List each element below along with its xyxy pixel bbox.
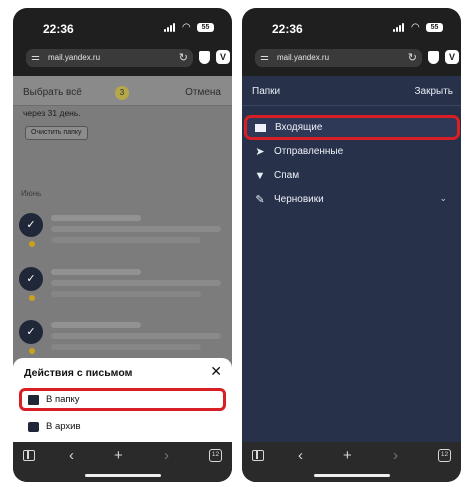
mail-actions-sheet: Действия с письмом ✕ В папку В архив xyxy=(13,358,232,442)
folders-header: Папки Закрыть xyxy=(242,76,461,106)
blurred-subject xyxy=(51,333,221,339)
wifi-icon: ◠ xyxy=(411,22,420,33)
blurred-preview xyxy=(51,237,201,243)
close-icon[interactable]: ✕ xyxy=(210,363,222,380)
unread-dot xyxy=(29,348,35,354)
blurred-preview xyxy=(51,291,201,297)
pencil-icon: ✎ xyxy=(255,194,265,206)
blurred-sender xyxy=(51,215,141,221)
new-tab-icon[interactable]: + xyxy=(114,448,123,464)
forward-icon[interactable]: › xyxy=(393,448,398,464)
battery-icon: 55 xyxy=(197,23,214,32)
trash-note: через 31 день. xyxy=(23,108,81,118)
thumbs-down-icon: ▼ xyxy=(254,170,266,182)
status-bar: 22:36 ◠ 55 xyxy=(13,8,232,42)
check-icon[interactable]: ✓ xyxy=(19,320,43,344)
tabs-icon[interactable]: 12 xyxy=(438,449,451,462)
browser-address-row: ⚌ mail.yandex.ru ↻ V xyxy=(242,44,461,76)
cancel-button[interactable]: Отмена xyxy=(185,87,221,98)
folder-item-drafts[interactable]: ✎ Черновики ⌄ xyxy=(242,188,461,212)
browser-toolbar: ‹ + › 12 xyxy=(242,442,461,482)
back-icon[interactable]: ‹ xyxy=(69,448,74,464)
move-to-archive-button[interactable]: В архив xyxy=(19,416,226,439)
month-divider: Июнь xyxy=(21,189,42,198)
reload-icon[interactable]: ↻ xyxy=(408,51,417,64)
select-all-button[interactable]: Выбрать всё xyxy=(23,87,82,98)
envelope-icon xyxy=(254,122,266,134)
url-text: mail.yandex.ru xyxy=(48,53,101,62)
new-tab-icon[interactable]: + xyxy=(343,448,352,464)
tune-icon[interactable]: ⚌ xyxy=(31,52,40,64)
tune-icon[interactable]: ⚌ xyxy=(260,52,269,64)
signal-icon xyxy=(393,23,407,32)
mail-list-screen: Выбрать всё 3 Отмена через 31 день. Очис… xyxy=(13,76,232,442)
blurred-subject xyxy=(51,280,221,286)
shield-icon[interactable] xyxy=(428,51,439,64)
phone-right: 22:36 ◠ 55 ⚌ mail.yandex.ru ↻ V Папки За… xyxy=(242,8,461,482)
folder-label: Черновики xyxy=(274,194,324,205)
folders-panel: Папки Закрыть Входящие ➤ Отправленные ▼ … xyxy=(242,76,461,442)
close-folders-button[interactable]: Закрыть xyxy=(414,86,453,97)
battery-icon: 55 xyxy=(426,23,443,32)
reload-icon[interactable]: ↻ xyxy=(179,51,188,64)
move-to-archive-label: В архив xyxy=(46,421,81,432)
blurred-sender xyxy=(51,322,141,328)
forward-icon[interactable]: › xyxy=(164,448,169,464)
check-icon[interactable]: ✓ xyxy=(19,213,43,237)
status-bar: 22:36 ◠ 55 xyxy=(242,8,461,42)
vivaldi-icon[interactable]: V xyxy=(216,50,230,64)
status-time: 22:36 xyxy=(43,22,74,36)
url-text: mail.yandex.ru xyxy=(277,53,330,62)
sidebar-icon[interactable] xyxy=(252,450,264,461)
blurred-subject xyxy=(51,226,221,232)
clear-folder-button[interactable]: Очистить папку xyxy=(25,126,88,140)
chevron-down-icon[interactable]: ⌄ xyxy=(439,193,447,204)
folder-item-inbox[interactable]: Входящие xyxy=(244,115,460,140)
signal-icon xyxy=(164,23,178,32)
archive-icon xyxy=(28,422,39,432)
browser-address-row: ⚌ mail.yandex.ru ↻ V xyxy=(13,44,232,76)
home-indicator xyxy=(85,474,161,477)
move-to-folder-label: В папку xyxy=(46,394,80,405)
back-icon[interactable]: ‹ xyxy=(298,448,303,464)
sidebar-icon[interactable] xyxy=(23,450,35,461)
folder-item-sent[interactable]: ➤ Отправленные xyxy=(242,140,461,164)
paper-plane-icon: ➤ xyxy=(255,146,265,158)
blurred-preview xyxy=(51,344,201,350)
tabs-icon[interactable]: 12 xyxy=(209,449,222,462)
blurred-sender xyxy=(51,269,141,275)
address-bar[interactable]: ⚌ mail.yandex.ru ↻ xyxy=(255,49,422,67)
selected-count-badge: 3 xyxy=(115,86,129,100)
check-icon[interactable]: ✓ xyxy=(19,267,43,291)
vivaldi-icon[interactable]: V xyxy=(445,50,459,64)
move-to-folder-button[interactable]: В папку xyxy=(19,388,226,411)
selection-header: Выбрать всё 3 Отмена xyxy=(13,76,232,106)
unread-dot xyxy=(29,241,35,247)
list-item[interactable]: ✓ xyxy=(13,267,232,319)
folders-title: Папки xyxy=(252,86,281,97)
folder-icon xyxy=(28,395,39,405)
folder-label: Отправленные xyxy=(274,146,344,157)
address-bar[interactable]: ⚌ mail.yandex.ru ↻ xyxy=(26,49,193,67)
list-item[interactable]: ✓ xyxy=(13,213,232,265)
phone-left: 22:36 ◠ 55 ⚌ mail.yandex.ru ↻ V Выбрать … xyxy=(13,8,232,482)
folder-label: Спам xyxy=(274,170,300,181)
sheet-title: Действия с письмом xyxy=(24,367,133,379)
browser-toolbar: ‹ + › 12 xyxy=(13,442,232,482)
folder-label: Входящие xyxy=(275,122,323,133)
status-time: 22:36 xyxy=(272,22,303,36)
home-indicator xyxy=(314,474,390,477)
wifi-icon: ◠ xyxy=(182,22,191,33)
folder-item-spam[interactable]: ▼ Спам xyxy=(242,164,461,188)
unread-dot xyxy=(29,295,35,301)
shield-icon[interactable] xyxy=(199,51,210,64)
